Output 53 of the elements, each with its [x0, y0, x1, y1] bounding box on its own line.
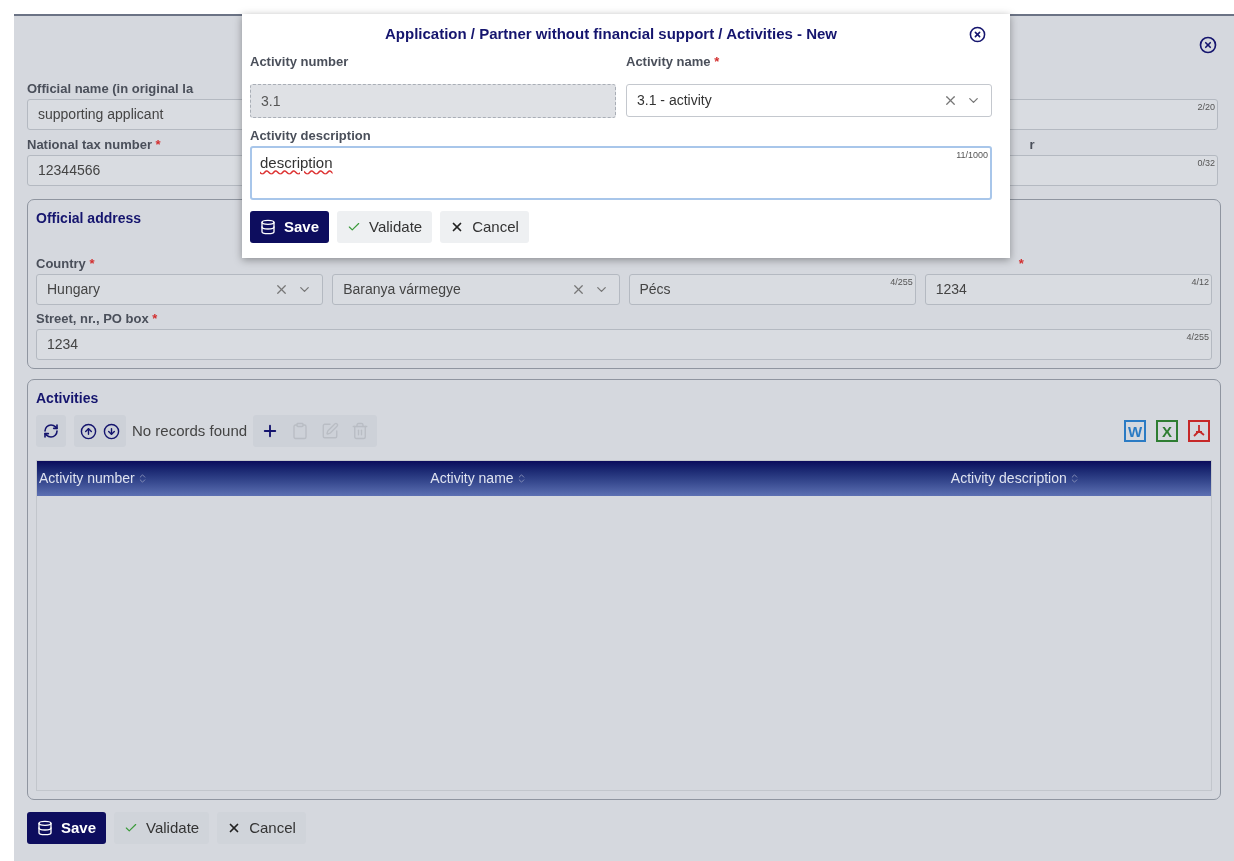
dialog-title: Application / Partner without financial support / Activities - New — [385, 23, 837, 44]
save-button[interactable]: Save — [27, 812, 107, 844]
validate-button[interactable]: Validate — [337, 211, 433, 243]
character-counter: 2/20 — [1197, 101, 1215, 114]
close-button[interactable] — [969, 26, 986, 43]
input-field[interactable]: Pécs 4/255 — [628, 274, 916, 305]
refresh-button[interactable] — [36, 415, 66, 447]
field-label: Activity description — [250, 128, 371, 144]
field-label: National tax number * — [27, 137, 161, 153]
database-icon — [260, 219, 276, 235]
validate-button[interactable]: Validate — [114, 812, 210, 844]
close-icon — [969, 26, 986, 43]
cancel-button[interactable]: Cancel — [217, 812, 306, 844]
arrow-up-icon — [80, 422, 97, 440]
pdf-icon — [1192, 424, 1206, 438]
close-icon — [1199, 36, 1217, 54]
section-title: Official address — [36, 209, 142, 228]
excel-export-button[interactable]: X — [1156, 420, 1178, 442]
character-counter: 4/255 — [890, 276, 913, 289]
input-field[interactable]: 1234 4/255 — [36, 329, 1212, 360]
character-counter: 0/32 — [1197, 157, 1215, 170]
field-label: r — [1029, 137, 1035, 153]
select-field[interactable]: Baranya vármegye — [332, 274, 620, 305]
column-header[interactable]: Activity name — [428, 468, 529, 489]
field-label: Activity number — [250, 54, 349, 70]
character-counter: 4/12 — [1191, 276, 1209, 289]
field-label: Country * — [36, 256, 95, 272]
column-header[interactable]: Activity number — [37, 468, 150, 489]
field-label: Street, nr., PO box * — [36, 311, 158, 327]
move-up-button[interactable] — [80, 422, 97, 440]
database-icon — [37, 820, 53, 836]
input-field[interactable]: 1234 4/12 — [924, 274, 1212, 305]
select-field[interactable]: Hungary — [36, 274, 324, 305]
check-icon — [124, 821, 139, 835]
check-icon — [347, 220, 362, 234]
column-header[interactable]: Activity description — [948, 468, 1082, 489]
clear-icon — [943, 93, 958, 108]
select-field[interactable]: 3.1 - activity — [626, 84, 992, 117]
pdf-export-button[interactable] — [1188, 420, 1210, 442]
character-counter: 11/1000 — [956, 149, 988, 162]
textarea-field[interactable]: description 11/1000 — [250, 146, 992, 200]
record-status: No records found — [132, 420, 248, 441]
cancel-button[interactable]: Cancel — [440, 211, 529, 243]
character-counter: 4/255 — [1186, 331, 1209, 344]
refresh-icon — [43, 423, 59, 439]
arrow-down-icon — [103, 422, 120, 440]
section-title: Activities — [36, 389, 99, 408]
move-down-button[interactable] — [103, 422, 120, 440]
save-button[interactable]: Save — [250, 211, 330, 243]
field-label: Official name (in original la — [27, 81, 194, 97]
field-label: * — [1018, 256, 1024, 272]
close-button[interactable] — [1199, 36, 1217, 54]
field-label: Activity name * — [626, 54, 720, 70]
